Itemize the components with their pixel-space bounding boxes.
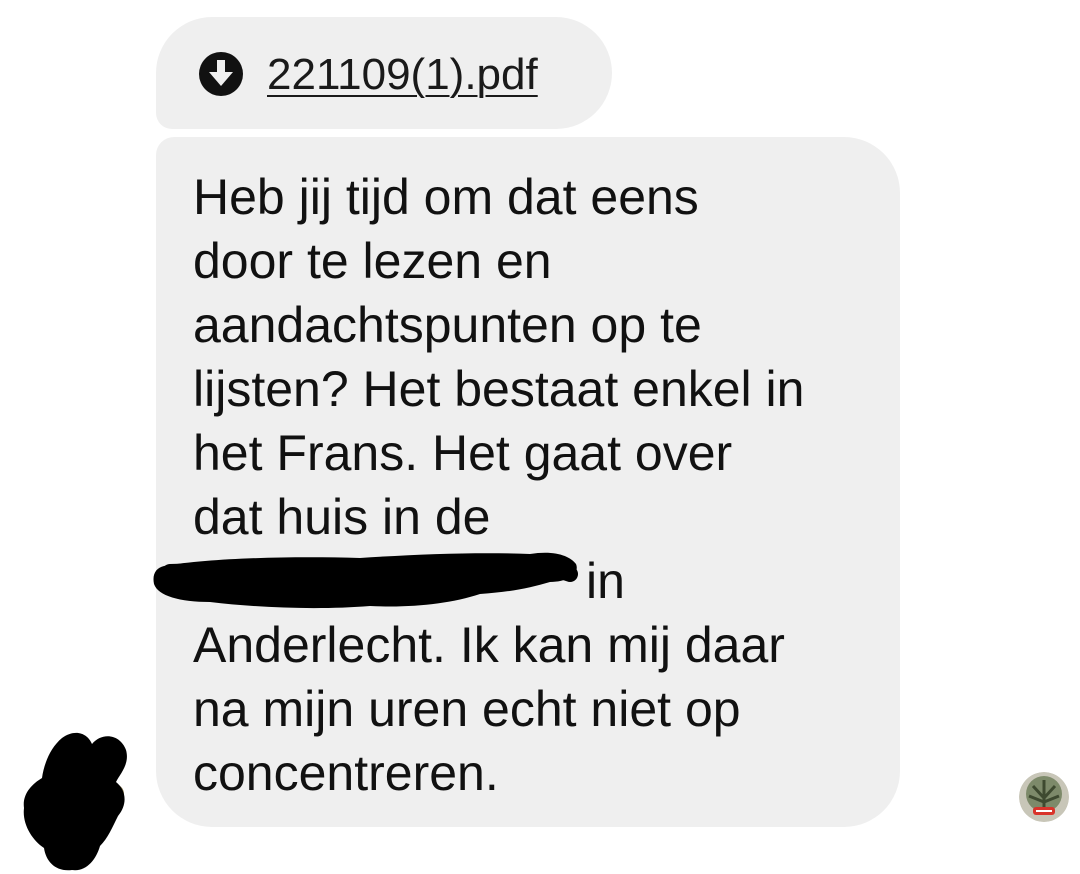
message-line: het Frans. Het gaat over — [193, 425, 733, 481]
seen-avatar-icon — [1019, 772, 1069, 822]
attachment-file-link[interactable]: 221109(1).pdf — [267, 49, 538, 101]
redaction-mark — [153, 552, 578, 609]
message-line: concentreren. — [193, 745, 499, 801]
download-icon[interactable] — [198, 51, 244, 97]
message-line: aandachtspunten op te — [193, 297, 702, 353]
message-line: Anderlecht. Ik kan mij daar — [193, 617, 785, 673]
message-line: dat huis in de — [193, 489, 491, 545]
message-text: Heb jij tijd om dat eens door te lezen e… — [193, 165, 893, 805]
message-line: lijsten? Het bestaat enkel in — [193, 361, 805, 417]
message-bubble[interactable]: Heb jij tijd om dat eens door te lezen e… — [156, 137, 900, 827]
message-line: door te lezen en — [193, 233, 552, 289]
attachment-bubble[interactable]: 221109(1).pdf — [156, 17, 612, 129]
message-line: Heb jij tijd om dat eens — [193, 169, 699, 225]
avatar-icon[interactable] — [16, 724, 134, 874]
message-line: na mijn uren echt niet op — [193, 681, 741, 737]
